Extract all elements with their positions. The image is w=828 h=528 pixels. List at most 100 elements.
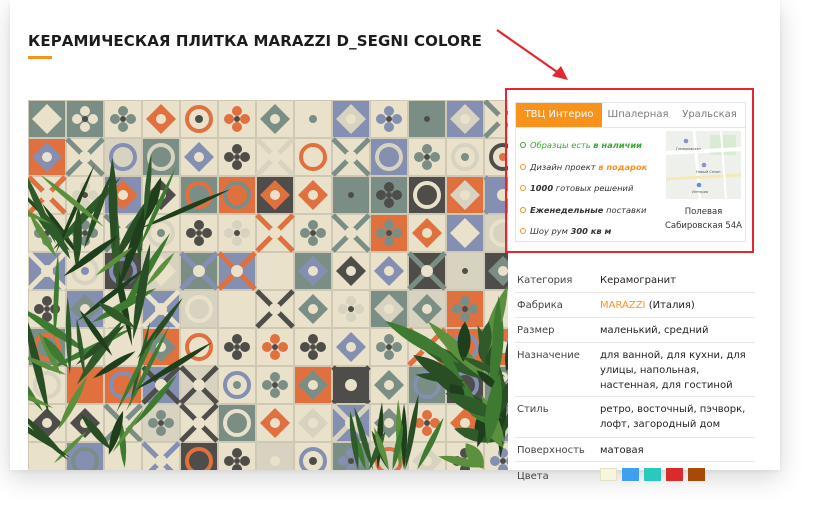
tile	[295, 405, 331, 441]
feature-samples: Образцы есть в наличии	[520, 137, 660, 159]
tile	[257, 253, 293, 289]
svg-text:Интерио: Интерио	[692, 190, 708, 194]
tile	[255, 213, 295, 253]
store-map[interactable]: Гипермаркет Новый Сезон Интерио	[665, 130, 742, 200]
tab-uralskaya[interactable]: Уральская	[674, 103, 745, 127]
store-address: Полевая Сабировская 54А	[660, 205, 747, 233]
tile	[295, 215, 331, 251]
tile	[257, 177, 293, 213]
tile	[331, 213, 371, 253]
tile	[257, 101, 293, 137]
spec-row-surface: Поверхность матовая	[515, 438, 755, 462]
tile	[371, 253, 407, 289]
spec-value: маленький, средний	[600, 325, 709, 336]
color-swatch-turquoise[interactable]	[644, 468, 661, 481]
tile	[219, 291, 255, 327]
tile	[219, 139, 255, 175]
tile	[219, 405, 255, 441]
tile	[257, 367, 293, 403]
tile	[295, 443, 331, 470]
tile	[257, 405, 293, 441]
tile	[333, 253, 369, 289]
tile	[295, 291, 331, 327]
tile	[105, 139, 141, 175]
tile	[447, 291, 483, 327]
tile	[219, 443, 255, 470]
tile	[29, 101, 65, 137]
tile	[295, 139, 331, 175]
tile	[179, 403, 219, 443]
tile	[29, 139, 65, 175]
map-pin-icon	[696, 182, 702, 188]
tile	[371, 367, 407, 403]
feature-deliveries: Еженедельные поставки	[520, 202, 660, 224]
color-swatch-cream[interactable]	[600, 468, 617, 481]
feature-solutions: 1000 готовых решений	[520, 180, 660, 202]
tab-tvc-interio[interactable]: ТВЦ Интерио	[516, 103, 602, 127]
tile	[409, 139, 445, 175]
color-swatch-red[interactable]	[666, 468, 683, 481]
map-pin-icon	[683, 138, 689, 144]
tile	[28, 251, 67, 291]
spec-value: MARAZZI (Италия)	[600, 300, 695, 311]
tile	[217, 251, 257, 291]
tile	[181, 443, 217, 470]
spec-value: Керамогранит	[600, 275, 676, 286]
tile	[181, 215, 217, 251]
bullet-icon	[520, 163, 526, 170]
tile	[485, 443, 508, 470]
tile	[255, 137, 295, 177]
spec-label: Стиль	[517, 404, 549, 415]
tab-shpalernaya[interactable]: Шпалерная	[602, 103, 674, 127]
spec-value: ретро, восточный, пэчворк, лофт, загород…	[600, 404, 746, 430]
store-features: Образцы есть в наличии Дизайн проект в п…	[520, 137, 660, 245]
bullet-icon	[520, 142, 526, 148]
page-title: КЕРАМИЧЕСКАЯ ПЛИТКА MARAZZI D_SEGNI COLO…	[28, 32, 482, 50]
tile	[143, 101, 179, 137]
tile	[295, 253, 331, 289]
spec-label: Размер	[517, 325, 555, 336]
tile	[371, 139, 407, 175]
tile	[181, 291, 217, 327]
tile	[485, 253, 508, 289]
tile	[447, 215, 483, 251]
color-swatch-blue[interactable]	[622, 468, 639, 481]
tile	[331, 137, 371, 177]
tile	[371, 101, 407, 137]
tile	[295, 101, 331, 137]
tile	[67, 291, 103, 327]
tile	[179, 251, 219, 291]
spec-label: Поверхность	[517, 445, 585, 456]
tile	[333, 177, 369, 213]
tile	[333, 291, 369, 327]
spec-label: Цвета	[517, 471, 549, 482]
tile	[409, 101, 445, 137]
tile	[371, 215, 407, 251]
tile	[371, 291, 407, 327]
tile	[219, 177, 255, 213]
bullet-icon	[520, 228, 526, 234]
tile	[447, 101, 483, 137]
tile	[295, 329, 331, 365]
color-swatch-brown[interactable]	[688, 468, 705, 481]
feature-showroom: Шоу рум 300 кв м	[520, 223, 660, 245]
tile	[333, 101, 369, 137]
store-tabs: ТВЦ Интерио Шпалерная Уральская	[516, 103, 745, 128]
spec-value: для ванной, для кухни, для улицы, наполь…	[600, 350, 746, 391]
spec-row-style: Стиль ретро, восточный, пэчворк, лофт, з…	[515, 397, 755, 438]
spec-label: Категория	[517, 275, 573, 286]
tile	[295, 367, 331, 403]
map-pin-icon	[701, 162, 707, 168]
tile	[65, 137, 105, 177]
title-underline	[28, 56, 52, 59]
spec-row-colors: Цвета	[515, 462, 755, 492]
tile	[409, 177, 445, 213]
spec-value: матовая	[600, 445, 644, 456]
tile	[447, 139, 483, 175]
factory-link[interactable]: MARAZZI	[600, 300, 646, 311]
feature-design: Дизайн проект в подарок	[520, 159, 660, 181]
spec-row-size: Размер маленький, средний	[515, 318, 755, 343]
tile	[331, 365, 371, 405]
specs-table: Категория Керамогранит Фабрика MARAZZI (…	[515, 268, 755, 492]
tile	[257, 443, 293, 470]
